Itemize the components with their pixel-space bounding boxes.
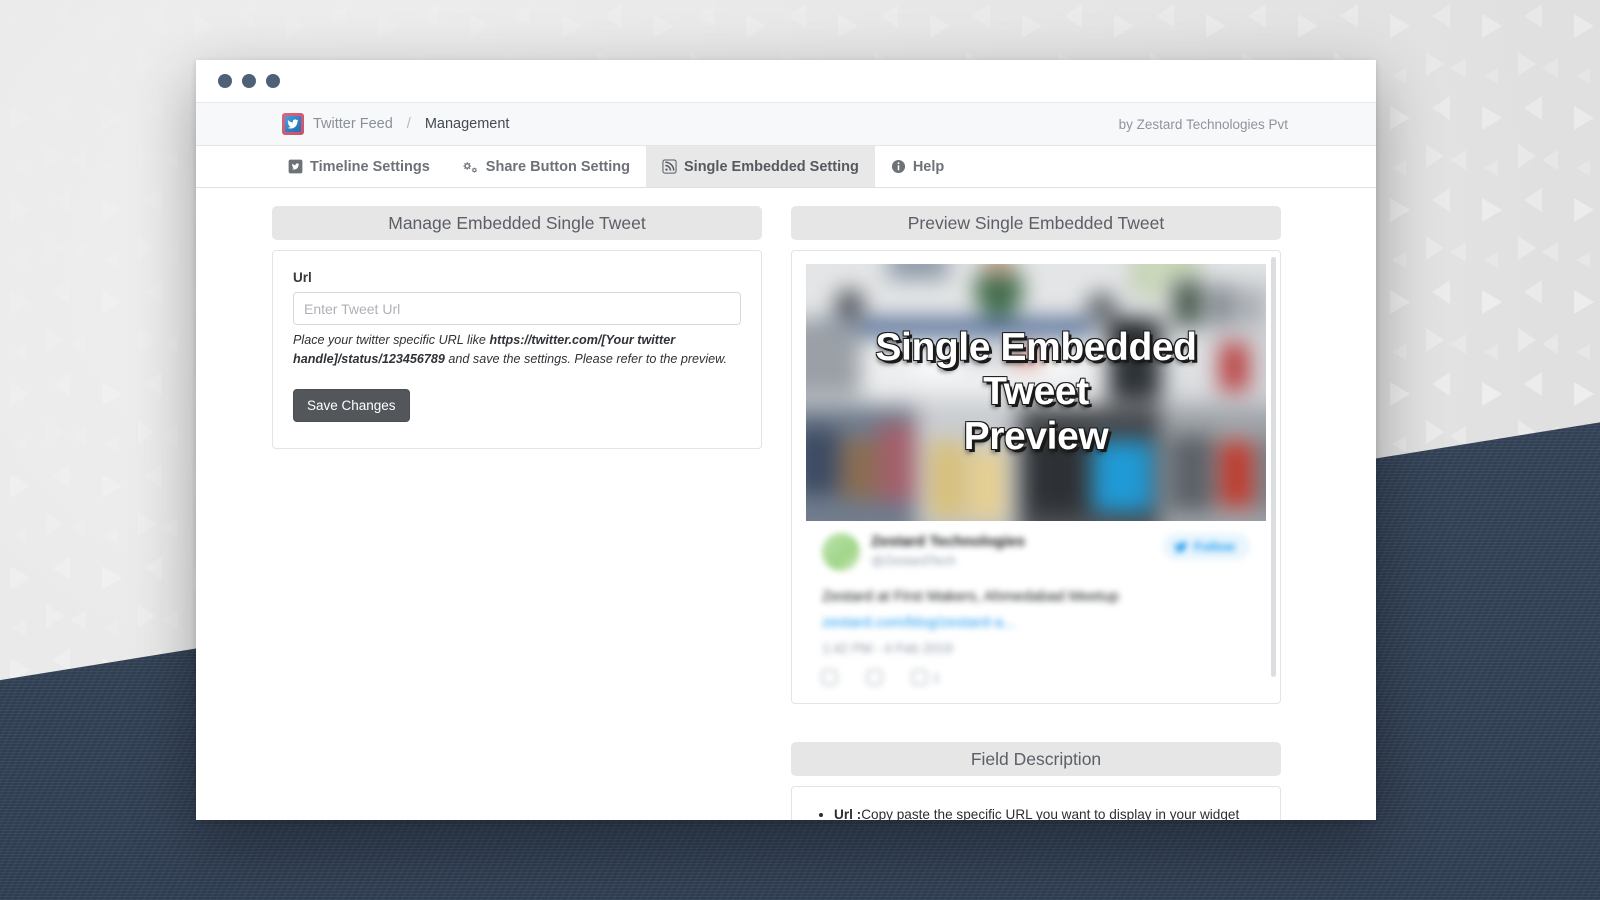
vendor-credit: by Zestard Technologies Pvt: [1118, 116, 1288, 132]
info-circle-icon: [891, 159, 906, 174]
tab-bar: Timeline Settings Share Button Setting S…: [196, 146, 1376, 188]
overlay-line-2: Tweet: [983, 370, 1089, 414]
like-action[interactable]: 1: [912, 670, 940, 686]
window-maximize-dot[interactable]: [266, 74, 280, 88]
preview-column: Preview Single Embedded Tweet Single Emb…: [791, 206, 1281, 820]
field-description-term: Url :: [834, 807, 862, 820]
tab-help[interactable]: Help: [875, 146, 960, 187]
url-help-prefix: Place your twitter specific URL like: [293, 333, 490, 347]
tab-label: Help: [912, 158, 945, 175]
url-help-suffix: and save the settings. Please refer to t…: [444, 351, 728, 366]
overlay-line-3: Preview: [963, 414, 1109, 458]
twitter-square-icon: [288, 159, 303, 174]
tweet-author-row: Zestard Technologies @ZestardTech Follow: [822, 533, 1250, 571]
follow-button-label: Follow: [1193, 539, 1235, 554]
follow-button[interactable]: Follow: [1162, 533, 1250, 560]
url-help-text: Place your twitter specific URL like htt…: [293, 331, 741, 369]
app-header: Twitter Feed / Management by Zestard Tec…: [196, 102, 1376, 146]
overlay-line-1: Single Embedded: [875, 325, 1197, 369]
breadcrumb-separator: /: [406, 116, 411, 132]
tweet-meta: Zestard Technologies @ZestardTech Follow…: [806, 521, 1266, 689]
list-item: Url :Copy paste the specific URL you wan…: [834, 805, 1258, 820]
tab-timeline-settings[interactable]: Timeline Settings: [272, 146, 446, 187]
tab-label: Single Embedded Setting: [684, 158, 859, 175]
tweet-timestamp: 1:42 PM - 4 Feb 2019: [822, 641, 953, 657]
window-titlebar: [196, 60, 1376, 102]
tweet-text: Zestard at First Makers, Ahmedabad Meetu…: [822, 588, 1119, 605]
tweet-author-names: Zestard Technologies @ZestardTech: [871, 533, 1025, 568]
reply-icon: [822, 670, 837, 686]
manage-panel-body: Url Place your twitter specific URL like…: [272, 250, 762, 449]
tab-label: Share Button Setting: [485, 158, 630, 175]
preview-panel-title: Preview Single Embedded Tweet: [791, 206, 1281, 240]
field-description-list: Url :Copy paste the specific URL you wan…: [814, 805, 1258, 820]
twitter-bird-icon: [1174, 541, 1188, 552]
heart-icon: [912, 670, 927, 686]
field-description-text: Copy paste the specific URL you want to …: [861, 807, 1240, 820]
tweet-link[interactable]: zestard.com/blog/zestard-a...: [822, 614, 1250, 631]
breadcrumb-app[interactable]: Twitter Feed: [313, 116, 393, 132]
breadcrumb: Twitter Feed / Management: [282, 113, 509, 135]
preview-overlay-text: Single Embedded Tweet Preview: [806, 264, 1266, 521]
window-close-dot[interactable]: [218, 74, 232, 88]
tab-share-button-setting[interactable]: Share Button Setting: [446, 146, 646, 187]
field-description-body: Url :Copy paste the specific URL you wan…: [791, 786, 1281, 820]
window-minimize-dot[interactable]: [242, 74, 256, 88]
tweet-handle: @ZestardTech: [871, 553, 956, 568]
save-changes-button[interactable]: Save Changes: [293, 388, 410, 422]
reply-action[interactable]: [822, 670, 837, 686]
browser-window: Twitter Feed / Management by Zestard Tec…: [196, 60, 1376, 820]
manage-column: Manage Embedded Single Tweet Url Place y…: [272, 206, 762, 820]
tweet-actions: 1: [822, 670, 1250, 686]
tweet-display-name: Zestard Technologies: [871, 533, 1025, 550]
tab-single-embedded-setting[interactable]: Single Embedded Setting: [646, 146, 875, 187]
retweet-icon: [867, 670, 882, 686]
embedded-tweet-card[interactable]: Single Embedded Tweet Preview Zestard Te…: [806, 264, 1266, 689]
tab-label: Timeline Settings: [310, 158, 430, 175]
twitter-feed-logo-icon: [282, 113, 304, 135]
url-input[interactable]: [293, 292, 741, 325]
gears-icon: [462, 159, 479, 174]
preview-scrollbar[interactable]: [1271, 257, 1276, 677]
rss-square-icon: [662, 159, 677, 174]
preview-panel-body: Single Embedded Tweet Preview Zestard Te…: [791, 250, 1281, 704]
field-description-title: Field Description: [791, 742, 1281, 776]
avatar: [822, 533, 860, 571]
url-field-label: Url: [293, 270, 312, 285]
tweet-photo: Single Embedded Tweet Preview: [806, 264, 1266, 521]
page-content: Manage Embedded Single Tweet Url Place y…: [196, 188, 1376, 820]
retweet-action[interactable]: [867, 670, 882, 686]
breadcrumb-page: Management: [424, 116, 510, 132]
manage-panel-title: Manage Embedded Single Tweet: [272, 206, 762, 240]
